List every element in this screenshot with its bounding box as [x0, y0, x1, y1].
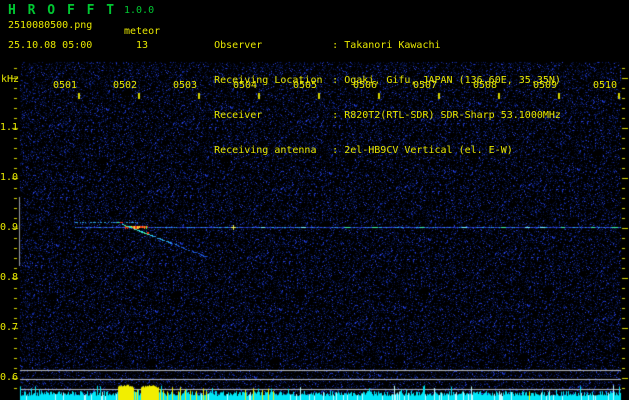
x-tick-label: 0509: [533, 80, 558, 91]
info-label: Receiving antenna: [214, 145, 317, 156]
info-row-receiver: Receiver: R820T2(RTL-SDR) SDR-Sharp 53.1…: [178, 96, 561, 121]
x-tick-label: 0510: [593, 80, 618, 91]
echo-count: 13: [136, 40, 149, 51]
info-row-location: Receiving Location: Ogaki, Gifu, JAPAN (…: [178, 61, 561, 86]
x-tick-label: 0501: [53, 80, 78, 91]
y-tick-label: 0.8: [0, 272, 19, 283]
x-tick-label: 0505: [293, 80, 318, 91]
y-tick-label: 0.9: [0, 222, 19, 233]
x-tick-label: 0502: [113, 80, 138, 91]
separator: :: [332, 75, 339, 86]
x-tick-label: 0508: [473, 80, 498, 91]
info-label: Observer: [214, 40, 263, 51]
separator: :: [332, 40, 339, 51]
info-value: 2el-HB9CV Vertical (el. E-W): [344, 145, 513, 156]
info-row-observer: Observer: Takanori Kawachi: [178, 26, 561, 51]
separator: :: [332, 145, 339, 156]
observation-mode: meteor: [124, 26, 161, 37]
y-tick-label: 0.7: [0, 322, 19, 333]
info-value: R820T2(RTL-SDR) SDR-Sharp 53.1000MHz: [344, 110, 561, 121]
app-title: H R O F F T: [8, 3, 117, 18]
y-tick-label: 1.0: [0, 172, 19, 183]
y-axis-unit-label: kHz: [1, 74, 20, 85]
info-label: Receiver: [214, 110, 263, 121]
separator: :: [332, 110, 339, 121]
info-value: Takanori Kawachi: [344, 40, 441, 51]
app-version: 1.0.0: [124, 5, 155, 16]
info-row-antenna: Receiving antenna: 2el-HB9CV Vertical (e…: [178, 131, 561, 156]
observation-datetime: 25.10.08 05:00: [8, 40, 93, 51]
y-tick-label: 0.6: [0, 372, 19, 383]
x-tick-label: 0504: [233, 80, 258, 91]
x-tick-label: 0506: [353, 80, 378, 91]
x-tick-label: 0503: [173, 80, 198, 91]
hrofft-output-image: H R O F F T 1.0.0 2510080500.png meteor …: [0, 0, 629, 400]
y-tick-label: 1.1: [0, 122, 19, 133]
x-tick-label: 0507: [413, 80, 438, 91]
output-filename: 2510080500.png: [8, 20, 93, 31]
